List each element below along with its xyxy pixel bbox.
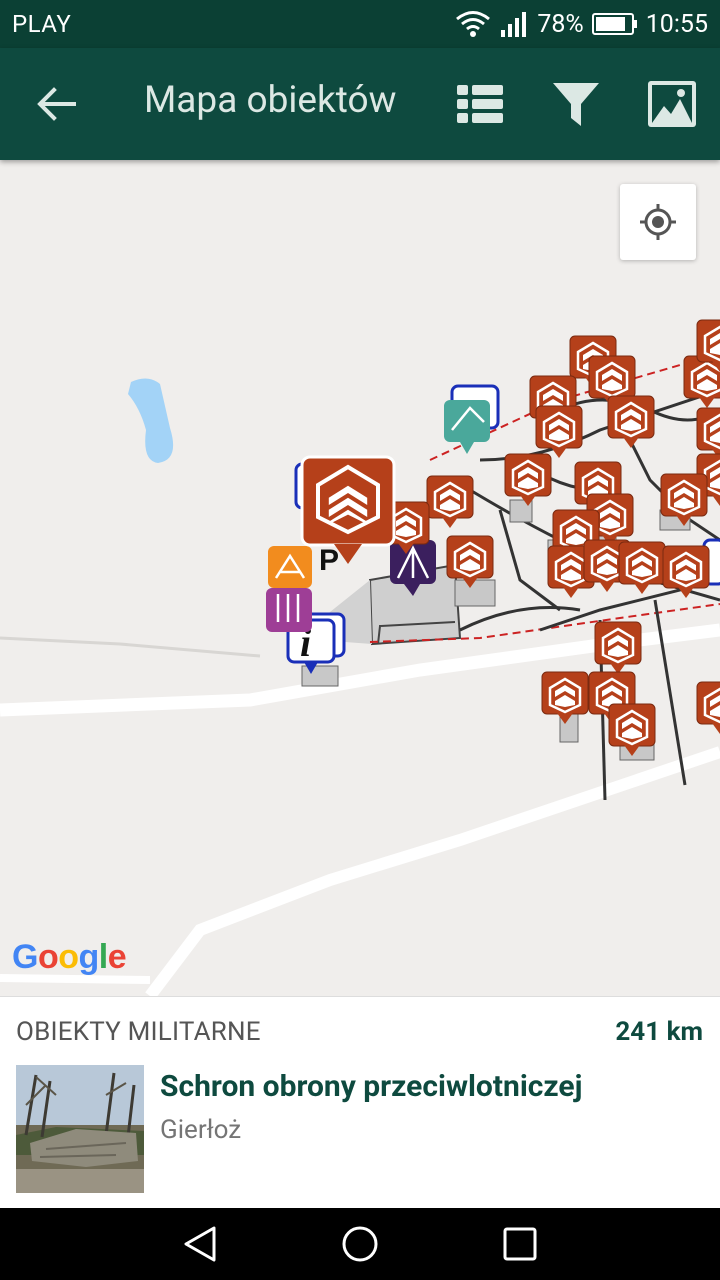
clock: 10:55	[645, 9, 708, 39]
object-category: OBIEKTY MILITARNE	[16, 1017, 261, 1047]
purple-marker	[266, 588, 312, 632]
back-arrow-icon	[37, 87, 76, 121]
map-canvas: P i	[0, 318, 720, 996]
nav-recents-button[interactable]	[492, 1220, 548, 1268]
lake	[128, 378, 174, 463]
selected-military-marker	[300, 455, 396, 564]
carrier-name: PLAY	[12, 10, 72, 38]
orange-marker	[268, 546, 312, 588]
nav-recents-icon	[503, 1227, 537, 1261]
teal-marker	[444, 384, 500, 454]
my-location-button[interactable]	[620, 184, 696, 260]
parking-label: P	[319, 544, 339, 577]
back-button[interactable]	[28, 76, 84, 132]
wifi-icon	[456, 11, 491, 37]
nav-home-button[interactable]	[332, 1220, 388, 1268]
google-logo: Google	[12, 938, 127, 976]
nav-back-button[interactable]	[172, 1220, 228, 1268]
object-name[interactable]: Schron obrony przeciwlotniczej	[160, 1069, 582, 1104]
map-view[interactable]: P i Google	[0, 160, 720, 996]
object-location: Gierłoż	[160, 1115, 242, 1145]
object-distance: 241 km	[615, 1017, 703, 1047]
navigation-bar	[0, 1208, 720, 1280]
signal-icon	[501, 12, 527, 37]
nav-back-icon	[184, 1226, 216, 1262]
battery-percent: 78%	[537, 9, 584, 39]
filter-button[interactable]	[548, 76, 604, 132]
list-icon	[457, 85, 503, 123]
page-title: Mapa obiektów	[144, 79, 397, 122]
gallery-button[interactable]	[644, 76, 700, 132]
image-icon	[648, 81, 696, 127]
my-location-icon	[640, 204, 676, 240]
battery-icon	[591, 13, 637, 35]
nav-home-icon	[342, 1226, 378, 1262]
list-view-button[interactable]	[452, 76, 508, 132]
object-thumbnail[interactable]	[16, 1065, 144, 1193]
status-bar: PLAY 78% 10:55	[0, 0, 720, 48]
filter-icon	[553, 83, 599, 126]
app-bar: Mapa obiektów	[0, 48, 720, 160]
object-detail-card[interactable]: OBIEKTY MILITARNE 241 km Schron obrony p…	[0, 996, 720, 1209]
